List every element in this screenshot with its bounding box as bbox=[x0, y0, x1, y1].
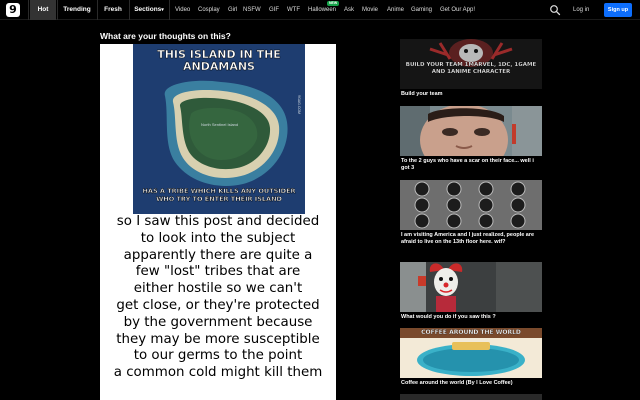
elevator-button bbox=[414, 181, 430, 197]
nav-link-gaming[interactable]: Gaming bbox=[411, 0, 432, 20]
new-badge: NEW bbox=[327, 1, 340, 6]
sidebar-thumbnail[interactable]: COFFEE AROUND THE WORLD bbox=[400, 328, 542, 378]
logo[interactable]: 9 bbox=[6, 3, 20, 17]
clown-photo-image bbox=[400, 262, 542, 312]
elevator-button bbox=[414, 213, 430, 229]
nav-link-anime[interactable]: Anime bbox=[387, 0, 404, 20]
sidebar-post-caption[interactable]: Coffee around the world (By I Love Coffe… bbox=[401, 380, 543, 387]
map-watermark: 9GAG.COM bbox=[297, 95, 301, 114]
caption-line: by the government because bbox=[123, 314, 313, 330]
sidebar-post-caption[interactable]: To the 2 guys who have a scar on their f… bbox=[401, 158, 543, 171]
nav-link-nsfw[interactable]: NSFW bbox=[243, 0, 261, 20]
nav-link-ask[interactable]: Ask bbox=[344, 0, 354, 20]
tab-fresh[interactable]: Fresh bbox=[98, 0, 128, 20]
elevator-button bbox=[446, 213, 462, 229]
island-map-image: THIS ISLAND IN THE ANDAMANS North Sentin… bbox=[133, 44, 305, 214]
nav-link-wtf[interactable]: WTF bbox=[287, 0, 300, 20]
thumbnail-text: COFFEE AROUND THE WORLD bbox=[421, 329, 521, 336]
elevator-buttons-image bbox=[400, 180, 542, 230]
face-photo-image bbox=[400, 106, 542, 156]
elevator-button bbox=[446, 197, 462, 213]
caption-line: they may be more susceptible bbox=[116, 331, 320, 347]
map-island-label: North Sentinel Island bbox=[201, 122, 239, 127]
thumbnail-text: BUILD YOUR TEAM 1MARVEL, 1DC, 1GAME AND … bbox=[405, 62, 537, 75]
nav-link-get-app[interactable]: Get Our App! bbox=[440, 0, 475, 20]
login-link[interactable]: Log in bbox=[573, 0, 589, 20]
sidebar-thumbnail[interactable]: BUILD YOUR TEAM 1MARVEL, 1DC, 1GAME AND … bbox=[400, 39, 542, 89]
caption-line: a common cold might kill them bbox=[113, 365, 323, 381]
nav-link-movie[interactable]: Movie bbox=[362, 0, 378, 20]
tab-sections-label: Sections bbox=[134, 6, 162, 13]
sidebar-post-caption[interactable]: Build your team bbox=[401, 91, 543, 98]
nav-link-girl[interactable]: Girl bbox=[228, 0, 237, 20]
sidebar-post-caption[interactable]: What would you do if you saw this ? bbox=[401, 314, 543, 321]
map-headline-top: THIS ISLAND IN THE ANDAMANS bbox=[157, 48, 281, 73]
nav-divider bbox=[28, 0, 29, 20]
caption-line: get close, or they're protected bbox=[116, 297, 320, 313]
map-headline-bottom: HAS A TRIBE WHICH KILLS ANY OUTSIDER WHO… bbox=[142, 187, 296, 203]
post-image[interactable]: THIS ISLAND IN THE ANDAMANS North Sentin… bbox=[100, 44, 336, 400]
elevator-button bbox=[446, 181, 462, 197]
tab-hot[interactable]: Hot bbox=[30, 0, 56, 20]
elevator-button bbox=[478, 213, 494, 229]
nav-link-cosplay[interactable]: Cosplay bbox=[198, 0, 220, 20]
caption-line: either hostile so we can't bbox=[133, 281, 303, 297]
elevator-button bbox=[510, 181, 526, 197]
nav-divider bbox=[169, 0, 170, 20]
caption-line: to our germs to the point bbox=[133, 348, 303, 364]
tab-sections[interactable]: Sections▾ bbox=[130, 0, 168, 20]
sidebar-thumbnail[interactable] bbox=[400, 394, 542, 400]
caption-line: apparently there are quite a bbox=[123, 247, 313, 263]
elevator-button bbox=[414, 197, 430, 213]
elevator-button bbox=[478, 197, 494, 213]
sidebar-thumbnail[interactable] bbox=[400, 106, 542, 156]
elevator-button bbox=[510, 197, 526, 213]
tab-trending[interactable]: Trending bbox=[58, 0, 96, 20]
search-icon[interactable] bbox=[549, 4, 561, 16]
caret-down-icon: ▾ bbox=[161, 7, 164, 13]
caption-line: so I saw this post and decided bbox=[116, 214, 320, 229]
caption-line: to look into the subject bbox=[140, 230, 296, 246]
signup-button[interactable]: Sign up bbox=[604, 3, 632, 17]
nav-link-gif[interactable]: GIF bbox=[269, 0, 279, 20]
sidebar-thumbnail[interactable] bbox=[400, 262, 542, 312]
post-title[interactable]: What are your thoughts on this? bbox=[100, 31, 231, 41]
elevator-button bbox=[510, 213, 526, 229]
caption-line: few "lost" tribes that are bbox=[135, 264, 301, 280]
sidebar-thumbnail[interactable] bbox=[400, 180, 542, 230]
top-navigation-bar: 9 Hot Trending Fresh Sections▾ Video Cos… bbox=[0, 0, 640, 20]
post-caption-text: so I saw this post and decided to look i… bbox=[100, 214, 336, 382]
elevator-button bbox=[478, 181, 494, 197]
sidebar-post-caption[interactable]: I am visiting America and I just realize… bbox=[401, 232, 543, 245]
nav-link-video[interactable]: Video bbox=[175, 0, 190, 20]
